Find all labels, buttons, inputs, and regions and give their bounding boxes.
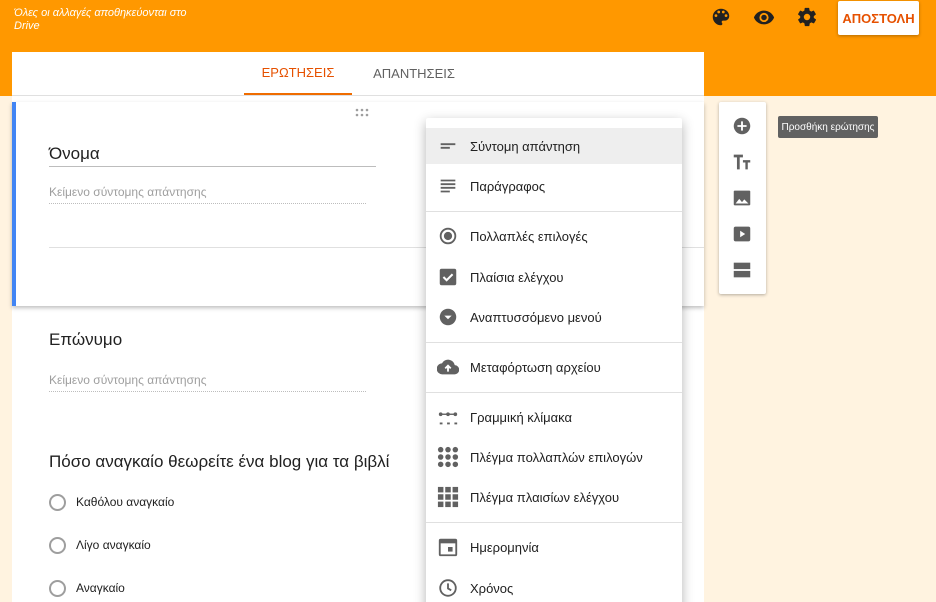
radio-button[interactable] xyxy=(49,579,66,597)
tab-bar: ΕΡΩΤΗΣΕΙΣ ΑΠΑΝΤΗΣΕΙΣ xyxy=(12,52,704,96)
answer-line xyxy=(49,391,366,392)
menu-item-time[interactable]: Χρόνος xyxy=(426,570,682,602)
eye-icon[interactable] xyxy=(753,6,775,28)
title-underline xyxy=(49,166,376,167)
option-label: Αναγκαίο xyxy=(76,581,125,595)
tooltip: Προσθήκη ερώτησης xyxy=(778,116,878,138)
send-button[interactable]: ΑΠΟΣΤΟΛΗ xyxy=(838,1,919,35)
answer-hint: Κείμενο σύντομης απάντησης xyxy=(49,185,207,199)
menu-item-paragraph[interactable]: Παράγραφος xyxy=(426,168,682,204)
side-toolbar xyxy=(719,102,766,294)
menu-item-label: Πλέγμα πλαισίων ελέγχου xyxy=(470,489,620,505)
section-icon[interactable] xyxy=(731,259,753,281)
menu-divider xyxy=(426,522,682,523)
menu-item-label: Πολλαπλές επιλογές xyxy=(470,228,588,244)
radio-option[interactable]: Καθόλου αναγκαίο xyxy=(49,492,174,512)
radio-button-icon xyxy=(439,227,457,245)
short-answer-icon xyxy=(440,143,456,149)
image-icon[interactable] xyxy=(731,187,753,209)
title-text-icon[interactable] xyxy=(731,151,753,173)
drag-handle-icon[interactable] xyxy=(354,108,370,118)
add-circle-icon[interactable] xyxy=(731,115,753,137)
palette-icon[interactable] xyxy=(710,6,732,28)
menu-item-file-upload[interactable]: Μεταφόρτωση αρχείου xyxy=(426,349,682,385)
menu-item-label: Πλαίσια ελέγχου xyxy=(470,269,564,285)
question-type-menu: Σύντομη απάντηση Παράγραφος Πολλαπλές επ… xyxy=(426,118,682,602)
question-title[interactable]: Επώνυμο xyxy=(49,330,122,350)
menu-item-checkbox-grid[interactable]: Πλέγμα πλαισίων ελέγχου xyxy=(426,479,682,515)
dropdown-arrow-icon xyxy=(439,308,457,326)
menu-item-label: Πλέγμα πολλαπλών επιλογών xyxy=(470,449,643,465)
menu-item-label: Μεταφόρτωση αρχείου xyxy=(470,359,601,375)
menu-item-label: Αναπτυσσόμενο μενού xyxy=(470,309,602,325)
menu-item-radio-grid[interactable]: Πλέγμα πολλαπλών επιλογών xyxy=(426,439,682,475)
option-label: Καθόλου αναγκαίο xyxy=(76,495,175,509)
option-label: Λίγο αναγκαίο xyxy=(76,538,151,552)
menu-item-label: Γραμμική κλίμακα xyxy=(470,409,573,425)
answer-line xyxy=(49,203,366,204)
menu-divider xyxy=(426,392,682,393)
save-status-text: Όλες οι αλλαγές αποθηκεύονται στο Drive xyxy=(14,7,187,32)
menu-item-multiple-choice[interactable]: Πολλαπλές επιλογές xyxy=(426,218,682,254)
video-icon[interactable] xyxy=(731,223,753,245)
menu-item-linear-scale[interactable]: Γραμμική κλίμακα xyxy=(426,399,682,435)
answer-hint: Κείμενο σύντομης απάντησης xyxy=(49,373,207,387)
tab-questions[interactable]: ΕΡΩΤΗΣΕΙΣ xyxy=(244,52,352,95)
menu-item-label: Σύντομη απάντηση xyxy=(470,138,581,154)
menu-divider xyxy=(426,211,682,212)
menu-item-label: Χρόνος xyxy=(470,580,514,596)
menu-item-dropdown[interactable]: Αναπτυσσόμενο μενού xyxy=(426,299,682,335)
radio-option[interactable]: Λίγο αναγκαίο xyxy=(49,535,151,555)
linear-scale-icon xyxy=(438,412,458,425)
paragraph-icon xyxy=(440,179,456,193)
menu-item-label: Ημερομηνία xyxy=(470,539,539,555)
menu-item-label: Παράγραφος xyxy=(470,178,546,194)
radio-option[interactable]: Αναγκαίο xyxy=(49,578,125,598)
calendar-icon xyxy=(438,538,458,557)
question-title[interactable]: Όνομα xyxy=(49,144,100,164)
menu-item-checkboxes[interactable]: Πλαίσια ελέγχου xyxy=(426,259,682,295)
gear-icon[interactable] xyxy=(796,6,818,28)
menu-item-short-answer[interactable]: Σύντομη απάντηση xyxy=(426,128,682,164)
radio-button[interactable] xyxy=(49,493,66,511)
checkbox-grid-icon xyxy=(437,486,459,508)
menu-divider xyxy=(426,342,682,343)
clock-icon xyxy=(439,579,457,597)
checkbox-icon xyxy=(439,268,457,286)
question-title[interactable]: Πόσο αναγκαίο θεωρείτε ένα blog για τα β… xyxy=(49,452,389,472)
radio-button[interactable] xyxy=(49,536,66,554)
tab-responses[interactable]: ΑΠΑΝΤΗΣΕΙΣ xyxy=(364,52,464,95)
cloud-upload-icon xyxy=(437,359,459,375)
menu-item-date[interactable]: Ημερομηνία xyxy=(426,529,682,565)
radio-grid-icon xyxy=(437,446,459,468)
